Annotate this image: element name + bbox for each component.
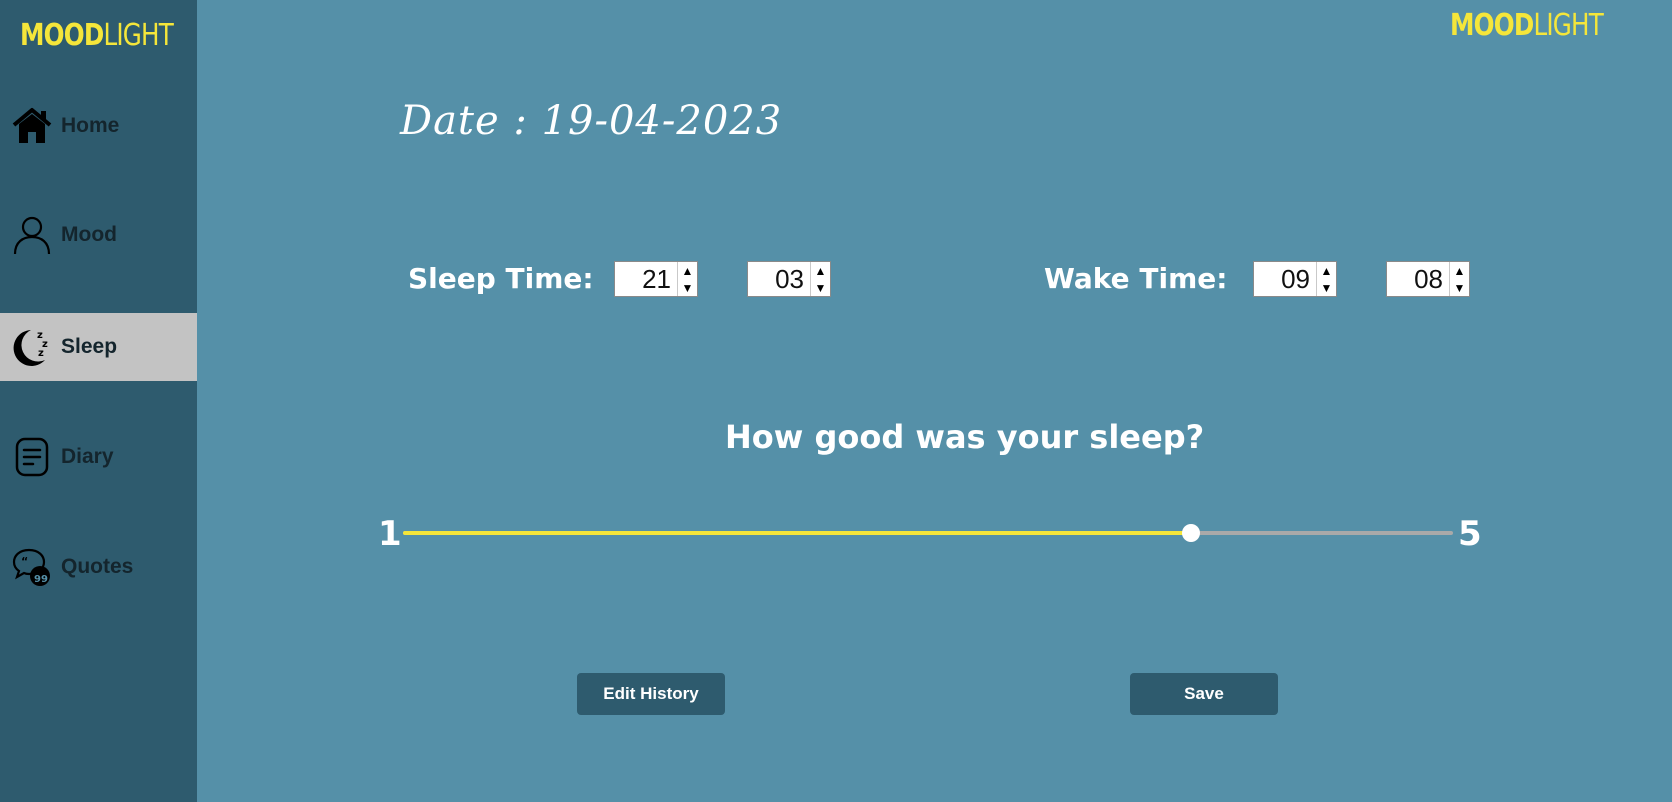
sleep-quality-question: How good was your sleep? [725, 418, 1205, 456]
sidebar-item-sleep[interactable]: z z z Sleep [0, 313, 197, 381]
wake-minute-value[interactable]: 08 [1387, 264, 1449, 295]
svg-text:“: “ [21, 555, 28, 568]
spinner-down-icon[interactable]: ▼ [811, 279, 830, 296]
sidebar-item-quotes[interactable]: “ 99 Quotes [0, 533, 197, 601]
spinner-down-icon[interactable]: ▼ [678, 279, 697, 296]
header-logo: MOOD LIGHT [1450, 8, 1604, 43]
save-button[interactable]: Save [1130, 673, 1278, 715]
sleep-hour-spinner[interactable]: 21 ▲ ▼ [614, 261, 698, 297]
svg-text:z: z [38, 348, 44, 359]
sidebar: MOOD LIGHT Home Mood z z z Sleep Diary “… [0, 0, 197, 802]
moon-zzz-icon: z z z [10, 325, 54, 369]
sidebar-item-label: Quotes [61, 555, 134, 578]
date-label: Date : 19-04-2023 [400, 98, 783, 144]
sidebar-item-label: Mood [61, 223, 117, 246]
slider-fill [403, 531, 1191, 535]
sleep-time-label: Sleep Time: [408, 262, 594, 295]
wake-time-label: Wake Time: [1044, 262, 1228, 295]
quotes-icon: “ 99 [10, 545, 54, 589]
logo-light-text: LIGHT [1533, 8, 1603, 43]
spinner-arrows: ▲ ▼ [677, 262, 697, 296]
sleep-minute-spinner[interactable]: 03 ▲ ▼ [747, 261, 831, 297]
sleep-hour-value[interactable]: 21 [615, 264, 677, 295]
sidebar-item-label: Home [61, 114, 120, 137]
sleep-quality-slider[interactable] [403, 524, 1453, 542]
sidebar-item-diary[interactable]: Diary [0, 423, 197, 491]
svg-text:99: 99 [34, 574, 48, 585]
spinner-arrows: ▲ ▼ [810, 262, 830, 296]
logo-light-text: LIGHT [103, 18, 173, 53]
sidebar-item-label: Diary [61, 445, 114, 468]
sidebar-item-home[interactable]: Home [0, 92, 197, 160]
scale-max-label: 5 [1458, 514, 1482, 554]
slider-thumb[interactable] [1181, 524, 1200, 542]
person-icon [10, 213, 54, 257]
notes-icon [10, 435, 54, 479]
spinner-arrows: ▲ ▼ [1449, 262, 1469, 296]
spinner-up-icon[interactable]: ▲ [1450, 262, 1469, 279]
sidebar-item-mood[interactable]: Mood [0, 201, 197, 269]
spinner-down-icon[interactable]: ▼ [1317, 279, 1336, 296]
sidebar-logo: MOOD LIGHT [20, 18, 174, 53]
sidebar-item-label: Sleep [61, 335, 118, 358]
spinner-down-icon[interactable]: ▼ [1450, 279, 1469, 296]
scale-min-label: 1 [378, 514, 402, 554]
wake-hour-spinner[interactable]: 09 ▲ ▼ [1253, 261, 1337, 297]
spinner-up-icon[interactable]: ▲ [678, 262, 697, 279]
logo-mood-text: MOOD [1450, 8, 1534, 43]
spinner-up-icon[interactable]: ▲ [811, 262, 830, 279]
wake-minute-spinner[interactable]: 08 ▲ ▼ [1386, 261, 1470, 297]
edit-history-button[interactable]: Edit History [577, 673, 725, 715]
wake-hour-value[interactable]: 09 [1254, 264, 1316, 295]
spinner-up-icon[interactable]: ▲ [1317, 262, 1336, 279]
sleep-minute-value[interactable]: 03 [748, 264, 810, 295]
logo-mood-text: MOOD [20, 18, 104, 53]
home-icon [10, 104, 54, 148]
spinner-arrows: ▲ ▼ [1316, 262, 1336, 296]
